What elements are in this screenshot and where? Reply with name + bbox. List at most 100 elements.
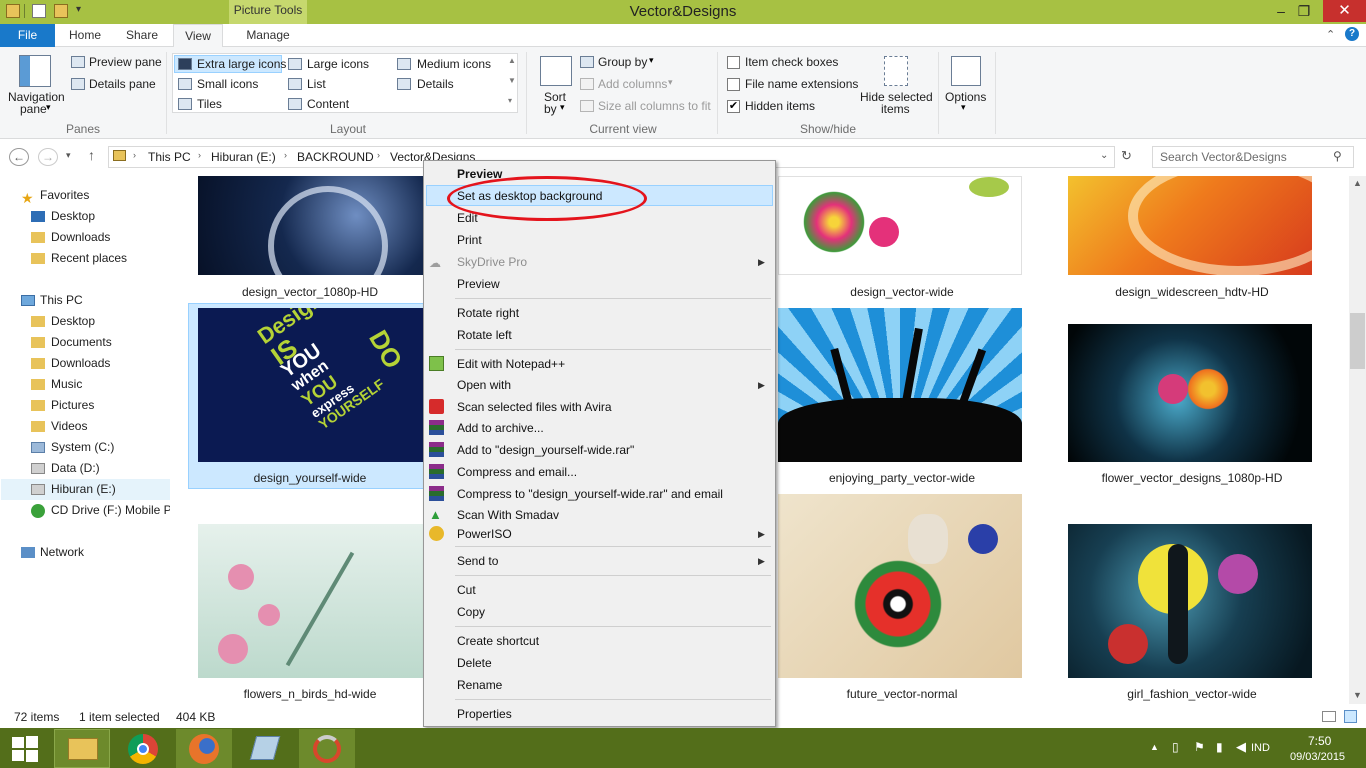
file-thumbnail[interactable] xyxy=(778,176,1022,275)
file-caption[interactable]: enjoying_party_vector-wide xyxy=(780,471,1024,485)
menu-skydrive-pro[interactable]: SkyDrive Pro xyxy=(457,255,527,269)
vertical-scrollbar[interactable] xyxy=(1349,176,1366,704)
menu-compress-email[interactable]: Compress and email... xyxy=(457,465,577,479)
menu-scan-avira[interactable]: Scan selected files with Avira xyxy=(457,400,612,414)
nav-pc-downloads[interactable]: Downloads xyxy=(0,353,170,374)
nav-recent-places[interactable]: Recent places xyxy=(0,248,170,269)
nav-data-d[interactable]: Data (D:) xyxy=(0,458,170,479)
tab-home[interactable]: Home xyxy=(60,24,110,47)
nav-this-pc[interactable]: This PC xyxy=(0,290,170,311)
taskbar-firefox[interactable] xyxy=(176,729,232,768)
file-caption[interactable]: design_vector_1080p-HD xyxy=(188,285,432,299)
menu-preview[interactable]: Preview xyxy=(457,277,500,291)
breadcrumb-this-pc[interactable]: This PC xyxy=(148,150,191,164)
options-dropdown-icon[interactable]: ▾ xyxy=(961,102,966,113)
menu-rotate-right[interactable]: Rotate right xyxy=(457,306,519,320)
nav-videos[interactable]: Videos xyxy=(0,416,170,437)
gallery-more-icon[interactable]: ▾ xyxy=(508,96,512,105)
file-caption[interactable]: design_widescreen_hdtv-HD xyxy=(1070,285,1314,299)
nav-music[interactable]: Music xyxy=(0,374,170,395)
nav-network[interactable]: Network xyxy=(0,542,170,563)
forward-button[interactable]: → xyxy=(38,148,58,166)
nav-hiburan-e[interactable]: Hiburan (E:) xyxy=(0,479,170,500)
show-hidden-icons[interactable]: ▲ xyxy=(1150,742,1159,752)
refresh-icon[interactable]: ↻ xyxy=(1121,148,1132,164)
nav-documents[interactable]: Documents xyxy=(0,332,170,353)
menu-open-with[interactable]: Open with xyxy=(457,378,511,392)
file-caption[interactable]: girl_fashion_vector-wide xyxy=(1070,687,1314,701)
file-caption[interactable]: flower_vector_designs_1080p-HD xyxy=(1070,471,1314,485)
file-caption[interactable]: flowers_n_birds_hd-wide xyxy=(188,687,432,701)
nav-desktop[interactable]: Desktop xyxy=(0,206,170,227)
add-columns-button[interactable]: Add columns xyxy=(598,77,667,91)
file-caption[interactable]: future_vector-normal xyxy=(780,687,1024,701)
menu-send-to[interactable]: Send to xyxy=(457,554,498,568)
details-view-icon[interactable] xyxy=(1322,711,1336,722)
scrollbar-thumb[interactable] xyxy=(1350,313,1365,369)
list-option[interactable]: List xyxy=(307,77,326,91)
content-option[interactable]: Content xyxy=(307,97,349,111)
group-by-dropdown-icon[interactable]: ▾ xyxy=(649,55,654,66)
taskbar-chrome[interactable] xyxy=(115,729,171,768)
size-all-columns-button[interactable]: Size all columns to fit xyxy=(598,99,711,113)
nav-favorites[interactable]: ★ Favorites xyxy=(0,185,170,206)
nav-pc-desktop[interactable]: Desktop xyxy=(0,311,170,332)
menu-rotate-left[interactable]: Rotate left xyxy=(457,328,512,342)
file-thumbnail[interactable] xyxy=(1068,324,1312,462)
gallery-scroll-up-icon[interactable]: ▲ xyxy=(508,56,516,65)
breadcrumb-drive[interactable]: Hiburan (E:) xyxy=(211,150,276,164)
collapse-ribbon-icon[interactable]: ⌃ xyxy=(1326,28,1335,41)
file-thumbnail[interactable] xyxy=(778,308,1022,462)
tiles-option[interactable]: Tiles xyxy=(197,97,222,111)
preview-pane-button[interactable]: Preview pane xyxy=(89,55,162,69)
menu-compress-rar-email[interactable]: Compress to "design_yourself-wide.rar" a… xyxy=(457,487,723,501)
close-button[interactable]: ✕ xyxy=(1323,0,1366,22)
taskbar-file-explorer[interactable] xyxy=(54,729,110,768)
scroll-down-icon[interactable]: ▼ xyxy=(1353,690,1362,700)
start-button[interactable] xyxy=(10,733,40,763)
breadcrumb-backround[interactable]: BACKROUND xyxy=(297,150,374,164)
file-caption[interactable]: design_vector-wide xyxy=(780,285,1024,299)
nav-pictures[interactable]: Pictures xyxy=(0,395,170,416)
nav-downloads[interactable]: Downloads xyxy=(0,227,170,248)
file-thumbnail[interactable] xyxy=(198,524,424,678)
large-icons-option[interactable]: Large icons xyxy=(307,57,369,71)
large-icons-view-icon[interactable] xyxy=(1344,710,1357,723)
menu-print[interactable]: Print xyxy=(457,233,482,247)
menu-add-to-rar[interactable]: Add to "design_yourself-wide.rar" xyxy=(457,443,634,457)
back-button[interactable]: ← xyxy=(9,148,29,166)
power-tray-icon[interactable]: ⚑ xyxy=(1194,740,1205,754)
details-option[interactable]: Details xyxy=(417,77,454,91)
tab-view[interactable]: View xyxy=(173,24,223,48)
file-thumbnail[interactable] xyxy=(1068,524,1312,678)
menu-add-to-archive[interactable]: Add to archive... xyxy=(457,421,544,435)
item-check-boxes-checkbox[interactable] xyxy=(727,56,740,69)
clock-time[interactable]: 7:50 xyxy=(1308,734,1331,748)
clock-date[interactable]: 09/03/2015 xyxy=(1290,751,1345,763)
file-caption[interactable]: design_yourself-wide xyxy=(188,471,432,485)
taskbar-app[interactable] xyxy=(299,729,355,768)
menu-edit-notepad[interactable]: Edit with Notepad++ xyxy=(457,357,565,371)
medium-icons-option[interactable]: Medium icons xyxy=(417,57,491,71)
input-language[interactable]: IND xyxy=(1251,742,1270,754)
recent-locations-icon[interactable]: ▾ xyxy=(66,150,71,161)
nav-cd-drive[interactable]: CD Drive (F:) Mobile Pa xyxy=(0,500,170,521)
search-icon[interactable]: ⚲ xyxy=(1333,149,1342,163)
tab-file[interactable]: File xyxy=(0,24,55,47)
menu-cut[interactable]: Cut xyxy=(457,583,476,597)
nav-system-c[interactable]: System (C:) xyxy=(0,437,170,458)
file-thumbnail[interactable] xyxy=(778,494,1022,678)
hidden-items-checkbox[interactable]: ✔ xyxy=(727,100,740,113)
menu-properties[interactable]: Properties xyxy=(457,707,512,721)
file-name-extensions-checkbox[interactable] xyxy=(727,78,740,91)
sort-dropdown-icon[interactable]: ▾ xyxy=(560,102,565,113)
menu-copy[interactable]: Copy xyxy=(457,605,485,619)
menu-rename[interactable]: Rename xyxy=(457,678,502,692)
dropdown-arrow-icon[interactable]: ▾ xyxy=(46,102,51,113)
taskbar-app[interactable] xyxy=(237,729,293,768)
breadcrumb-chevron-icon[interactable]: › xyxy=(198,150,201,160)
gallery-scroll-down-icon[interactable]: ▼ xyxy=(508,76,516,85)
scroll-up-icon[interactable]: ▲ xyxy=(1353,178,1362,188)
tab-manage[interactable]: Manage xyxy=(234,24,302,47)
network-tray-icon[interactable]: ▯ xyxy=(1172,740,1179,754)
